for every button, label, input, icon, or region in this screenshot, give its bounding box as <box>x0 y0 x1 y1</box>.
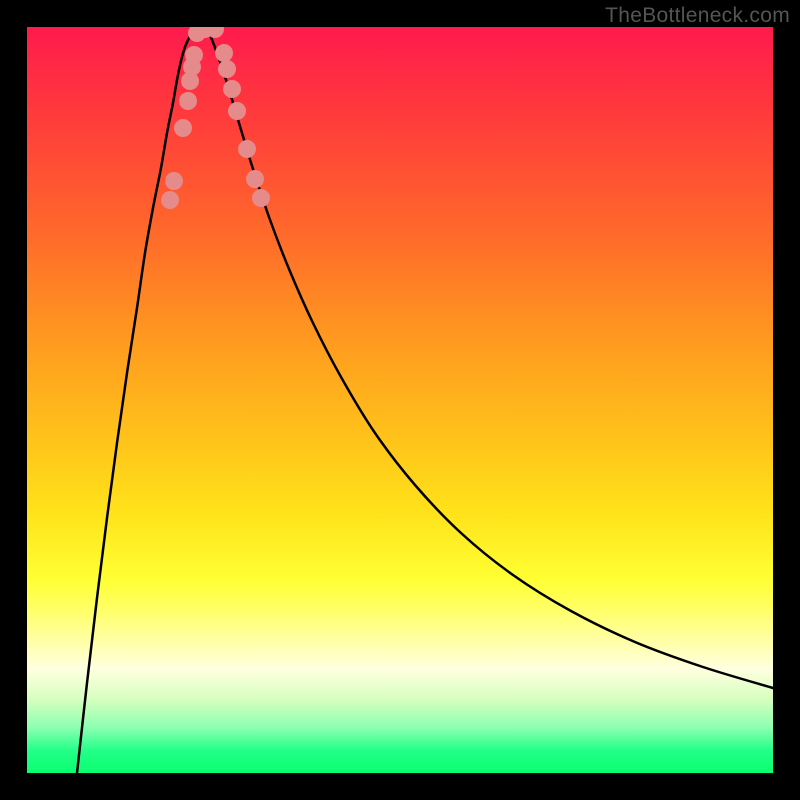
marker-dot <box>238 140 256 158</box>
marker-dot <box>179 92 197 110</box>
marker-dot <box>185 46 203 64</box>
chart-container: TheBottleneck.com <box>0 0 800 800</box>
marker-dot <box>223 80 241 98</box>
plot-area <box>27 27 773 773</box>
marker-dot <box>252 189 270 207</box>
marker-dot <box>246 170 264 188</box>
marker-dot <box>215 44 233 62</box>
marker-dot <box>165 172 183 190</box>
curve-dots <box>161 27 270 209</box>
watermark-text: TheBottleneck.com <box>605 4 790 28</box>
chart-svg <box>27 27 773 773</box>
marker-dot <box>228 102 246 120</box>
marker-dot <box>174 119 192 137</box>
marker-dot <box>161 191 179 209</box>
marker-dot <box>218 60 236 78</box>
curve-left <box>77 27 199 773</box>
curve-right <box>207 27 773 688</box>
